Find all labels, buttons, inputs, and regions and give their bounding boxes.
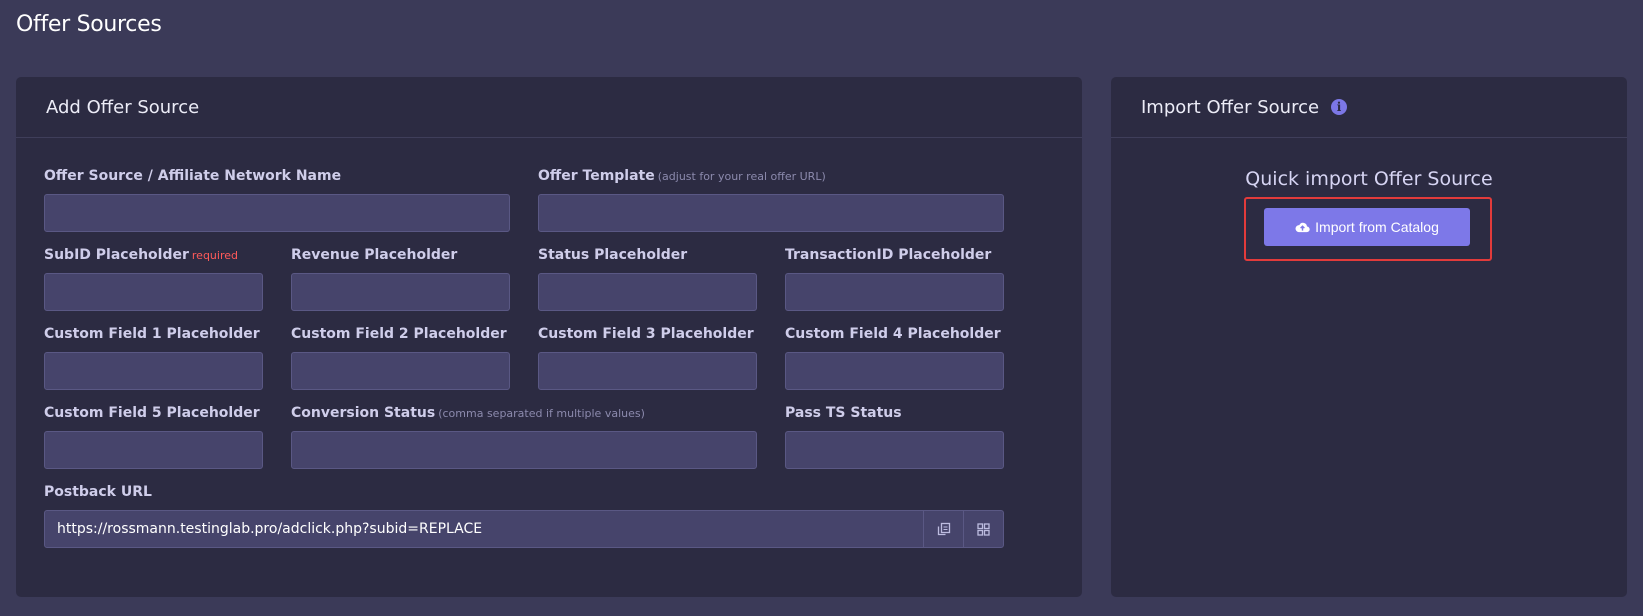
status-input[interactable] xyxy=(538,273,757,311)
network-name-input[interactable] xyxy=(44,194,510,232)
custom5-input[interactable] xyxy=(44,431,263,469)
custom3-input[interactable] xyxy=(538,352,757,390)
offer-template-label: Offer Template (adjust for your real offe… xyxy=(538,168,826,184)
copy-icon[interactable] xyxy=(923,511,963,547)
qr-code-icon[interactable] xyxy=(963,511,1003,547)
transaction-id-input[interactable] xyxy=(785,273,1004,311)
custom4-input[interactable] xyxy=(785,352,1004,390)
pass-ts-status-input[interactable] xyxy=(785,431,1004,469)
quick-import-title: Quick import Offer Source xyxy=(1245,168,1493,190)
import-button-label: Import from Catalog xyxy=(1315,219,1439,235)
custom2-label: Custom Field 2 Placeholder xyxy=(291,326,507,342)
card-title: Import Offer Source xyxy=(1141,96,1320,118)
subid-input[interactable] xyxy=(44,273,263,311)
import-offer-source-header: Import Offer Source i xyxy=(1111,77,1627,138)
import-offer-source-card: Import Offer Source i Quick import Offer… xyxy=(1111,77,1627,597)
custom1-input[interactable] xyxy=(44,352,263,390)
postback-url-field[interactable]: https://rossmann.testinglab.pro/adclick.… xyxy=(44,510,1004,548)
cloud-upload-icon xyxy=(1295,222,1310,233)
custom1-label: Custom Field 1 Placeholder xyxy=(44,326,260,342)
pass-ts-status-label: Pass TS Status xyxy=(785,405,902,421)
card-title: Add Offer Source xyxy=(46,96,200,118)
custom5-label: Custom Field 5 Placeholder xyxy=(44,405,260,421)
page-title: Offer Sources xyxy=(16,12,162,37)
network-name-label: Offer Source / Affiliate Network Name xyxy=(44,168,342,184)
import-from-catalog-button[interactable]: Import from Catalog xyxy=(1264,208,1470,246)
add-offer-source-header: Add Offer Source xyxy=(16,77,1082,138)
required-badge: required xyxy=(191,249,238,262)
offer-template-input[interactable] xyxy=(538,194,1004,232)
postback-url-value[interactable]: https://rossmann.testinglab.pro/adclick.… xyxy=(45,521,923,537)
revenue-input[interactable] xyxy=(291,273,510,311)
offer-template-hint: (adjust for your real offer URL) xyxy=(657,170,826,183)
status-label: Status Placeholder xyxy=(538,247,688,263)
custom3-label: Custom Field 3 Placeholder xyxy=(538,326,754,342)
transaction-id-label: TransactionID Placeholder xyxy=(785,247,992,263)
info-icon[interactable]: i xyxy=(1331,99,1348,115)
custom4-label: Custom Field 4 Placeholder xyxy=(785,326,1001,342)
conversion-status-label: Conversion Status (comma separated if mul… xyxy=(291,405,645,421)
add-offer-source-card: Add Offer Source Offer Source / Affiliat… xyxy=(16,77,1082,597)
custom2-input[interactable] xyxy=(291,352,510,390)
conversion-status-hint: (comma separated if multiple values) xyxy=(438,407,645,420)
revenue-label: Revenue Placeholder xyxy=(291,247,458,263)
subid-label: SubID Placeholder required xyxy=(44,247,238,263)
postback-url-label: Postback URL xyxy=(44,484,152,500)
conversion-status-input[interactable] xyxy=(291,431,757,469)
